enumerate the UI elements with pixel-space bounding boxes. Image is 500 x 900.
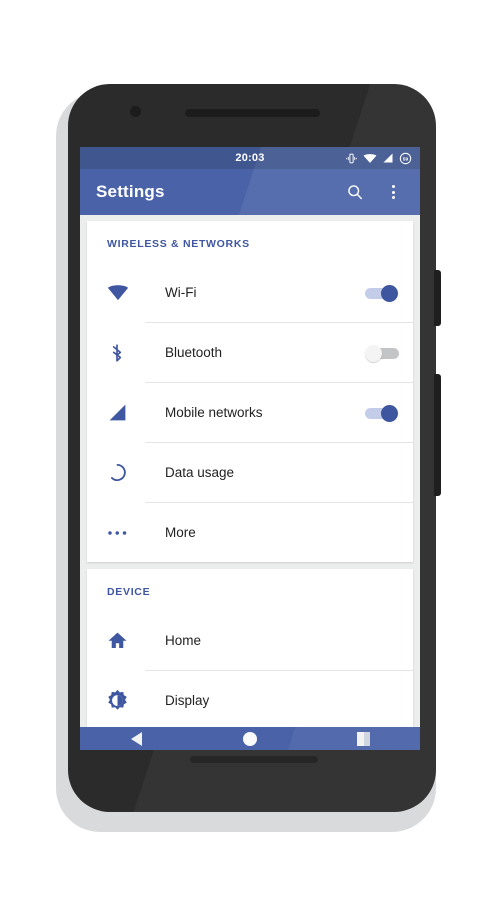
volume-rocker[interactable] xyxy=(434,374,441,496)
signal-icon xyxy=(107,402,147,423)
status-bar-clock: 20:03 xyxy=(235,151,265,164)
recent-square-icon xyxy=(356,731,370,746)
wifi-icon xyxy=(107,283,147,303)
vibrate-icon xyxy=(346,153,357,163)
power-button[interactable] xyxy=(434,270,441,326)
home-icon xyxy=(107,630,147,651)
screenshot-canvas: 20:03 59 Settings WIRELESS & NETWORKS Wi… xyxy=(0,0,500,900)
more-vert-icon xyxy=(391,185,395,199)
section-card-device: DEVICE Home Display xyxy=(87,569,413,727)
sidebar-item-label: Wi-Fi xyxy=(165,285,197,300)
svg-text:59: 59 xyxy=(403,156,409,162)
page-title: Settings xyxy=(96,182,165,201)
bluetooth-toggle[interactable] xyxy=(365,343,399,363)
nav-back-button[interactable] xyxy=(115,727,159,750)
sidebar-item-label: Mobile networks xyxy=(165,405,263,420)
bluetooth-icon xyxy=(107,342,147,364)
sidebar-item-home[interactable]: Home xyxy=(87,611,413,670)
search-button[interactable] xyxy=(338,175,372,209)
toggle-thumb xyxy=(381,284,398,302)
section-header-device: DEVICE xyxy=(107,586,151,598)
back-triangle-icon xyxy=(131,731,143,746)
toggle-thumb xyxy=(365,344,382,362)
sidebar-item-label: Display xyxy=(165,693,210,708)
front-camera-icon xyxy=(130,106,141,117)
toolbar-actions xyxy=(338,175,420,209)
sidebar-item-label: More xyxy=(165,525,196,540)
status-bar: 20:03 59 xyxy=(80,147,420,169)
home-circle-icon xyxy=(242,731,257,746)
section-header-wireless: WIRELESS & NETWORKS xyxy=(107,238,250,250)
phone-screen: 20:03 59 Settings WIRELESS & NETWORKS Wi… xyxy=(80,147,420,750)
app-toolbar: Settings xyxy=(80,169,420,215)
sidebar-item-label: Home xyxy=(165,633,202,648)
section-card-wireless: WIRELESS & NETWORKS Wi-Fi Bluetooth Mobi… xyxy=(87,221,413,562)
sidebar-item-mobile-networks[interactable]: Mobile networks xyxy=(87,383,413,442)
signal-icon xyxy=(383,153,393,163)
settings-list[interactable]: WIRELESS & NETWORKS Wi-Fi Bluetooth Mobi… xyxy=(80,215,420,727)
earpiece-speaker-grille xyxy=(185,109,320,117)
battery-icon: 59 xyxy=(399,152,412,164)
brightness-icon xyxy=(107,690,147,711)
more-horiz-icon xyxy=(107,529,147,537)
search-icon xyxy=(348,185,363,200)
sidebar-item-bluetooth[interactable]: Bluetooth xyxy=(87,323,413,382)
sidebar-item-wifi[interactable]: Wi-Fi xyxy=(87,263,413,322)
nav-home-button[interactable] xyxy=(228,727,272,750)
data-usage-icon xyxy=(107,462,147,483)
sidebar-item-data-usage[interactable]: Data usage xyxy=(87,443,413,502)
sidebar-item-more[interactable]: More xyxy=(87,503,413,562)
status-bar-icons: 59 xyxy=(345,147,412,169)
overflow-menu-button[interactable] xyxy=(376,175,410,209)
sidebar-item-label: Data usage xyxy=(165,465,235,480)
sidebar-item-display[interactable]: Display xyxy=(87,671,413,727)
nav-recent-apps-button[interactable] xyxy=(341,727,385,750)
sidebar-item-label: Bluetooth xyxy=(165,345,223,360)
wifi-icon xyxy=(363,153,377,163)
system-navigation-bar xyxy=(80,727,420,750)
mobile-networks-toggle[interactable] xyxy=(365,403,399,423)
wifi-toggle[interactable] xyxy=(365,283,399,303)
toggle-thumb xyxy=(381,404,398,422)
bottom-speaker-grille xyxy=(190,756,318,763)
